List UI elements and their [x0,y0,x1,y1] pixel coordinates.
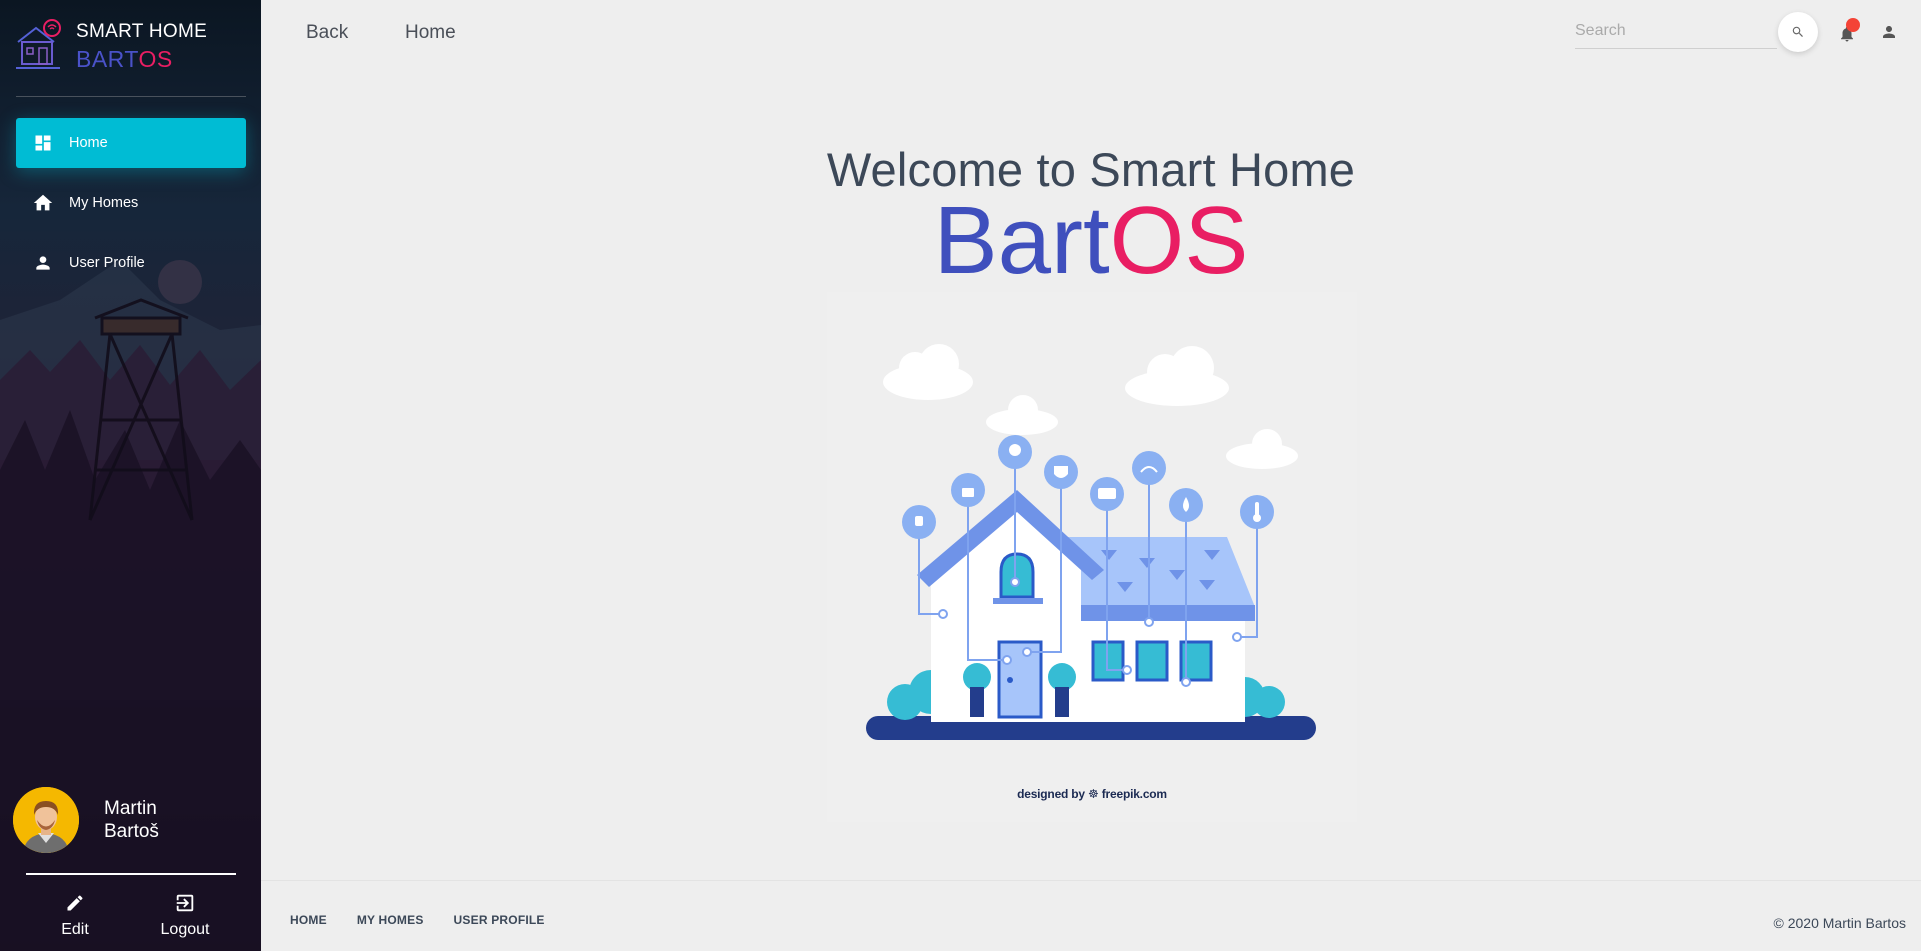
sidebar-item-home[interactable]: Home [16,118,246,168]
user-block: Martin Bartoš [13,787,224,853]
notification-badge [1846,18,1860,32]
search-input[interactable] [1575,16,1777,46]
search-field [1575,16,1777,49]
footer-links: HOME MY HOMES USER PROFILE [290,913,575,927]
footer-link-my-homes[interactable]: MY HOMES [357,913,424,927]
sidebar-item-label: User Profile [69,255,145,271]
dashboard-icon [32,132,54,154]
house-illustration-icon [866,344,1316,740]
copyright: © 2020 Martin Bartos [1773,915,1907,931]
sidebar-nav: Home My Homes User Profile [16,118,246,298]
notifications-button[interactable] [1836,18,1860,44]
back-link[interactable]: Back [306,22,348,44]
logout-icon [140,890,230,916]
sidebar-item-user-profile[interactable]: User Profile [16,238,246,288]
person-icon [1883,26,1895,38]
footer-link-user-profile[interactable]: USER PROFILE [454,913,545,927]
brand: SMART HOME BARTOS [14,18,207,74]
topbar: Back Home [261,0,1921,68]
edit-icon [30,890,120,916]
sidebar-item-label: My Homes [69,195,139,211]
sidebar: SMART HOME BARTOS Home My Homes User Pro… [0,0,261,951]
brand-heading: BartOS [933,187,1249,294]
edit-button[interactable]: Edit [30,890,120,939]
logout-label: Logout [160,921,210,938]
footer-divider [261,880,1921,881]
smart-home-illustration: designed by ☸ freepik.com [827,292,1357,822]
breadcrumb-home[interactable]: Home [405,22,456,44]
smart-house-logo-icon [16,19,61,69]
user-name: Martin Bartoš [104,798,159,842]
logout-button[interactable]: Logout [140,890,230,939]
user-actions: Edit Logout [30,890,230,939]
profile-button[interactable] [1880,23,1902,45]
search-icon [1792,26,1803,37]
avatar-icon[interactable] [13,787,79,853]
home-icon [32,192,54,214]
brand-title: SMART HOME [76,21,208,42]
illustration-credit: designed by ☸ freepik.com [1017,787,1167,801]
search-button[interactable] [1778,12,1818,52]
footer-link-home[interactable]: HOME [290,913,327,927]
person-icon [32,252,54,274]
sidebar-divider [16,96,246,97]
sidebar-item-label: Home [69,135,108,151]
user-divider [26,873,236,875]
sidebar-item-my-homes[interactable]: My Homes [16,178,246,228]
brand-name: BARTOS [76,46,173,72]
edit-label: Edit [61,921,89,938]
